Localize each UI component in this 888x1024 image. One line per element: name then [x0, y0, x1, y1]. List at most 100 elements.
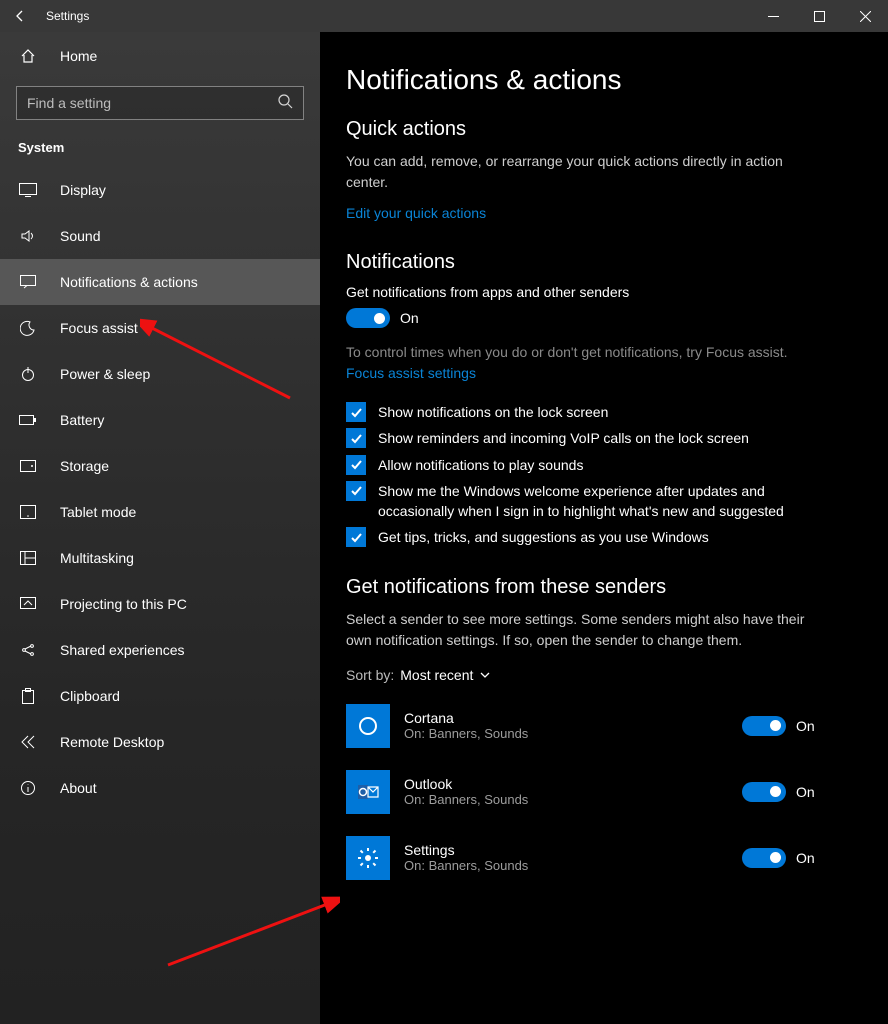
notification-checkbox-4[interactable]: Get tips, tricks, and suggestions as you… [346, 527, 862, 547]
notification-checkbox-3[interactable]: Show me the Windows welcome experience a… [346, 481, 862, 522]
quick-actions-desc: You can add, remove, or rearrange your q… [346, 151, 806, 193]
notification-checkbox-2[interactable]: Allow notifications to play sounds [346, 455, 862, 475]
sender-toggle[interactable] [742, 848, 786, 868]
notifications-group: Notifications Get notifications from app… [346, 251, 862, 548]
close-button[interactable] [842, 0, 888, 32]
search-icon [277, 93, 293, 114]
senders-heading: Get notifications from these senders [346, 576, 862, 599]
checkbox-icon[interactable] [346, 402, 366, 422]
sidebar-item-label: Power & sleep [60, 366, 150, 382]
search-box[interactable] [16, 86, 304, 120]
sender-settings[interactable]: SettingsOn: Banners, Sounds On [346, 825, 862, 891]
storage-icon [18, 460, 38, 472]
window-title: Settings [40, 9, 750, 23]
remote-desktop-icon [18, 734, 38, 750]
sidebar-item-label: Storage [60, 458, 109, 474]
edit-quick-actions-link[interactable]: Edit your quick actions [346, 205, 486, 221]
sender-name: Cortana [404, 710, 742, 726]
shared-icon [18, 642, 38, 658]
checkbox-label: Show reminders and incoming VoIP calls o… [378, 428, 749, 448]
sender-cortana[interactable]: CortanaOn: Banners, SoundsOn [346, 693, 862, 759]
minimize-button[interactable] [750, 0, 796, 32]
checkbox-label: Get tips, tricks, and suggestions as you… [378, 527, 709, 547]
search-input[interactable] [27, 95, 277, 111]
power-sleep-icon [18, 366, 38, 382]
sort-label: Sort by: [346, 667, 394, 683]
quick-actions-group: Quick actions You can add, remove, or re… [346, 118, 862, 223]
app-icon [346, 704, 390, 748]
multitasking-icon [18, 551, 38, 565]
sidebar-item-label: Battery [60, 412, 104, 428]
sidebar-item-display[interactable]: Display [0, 167, 320, 213]
sidebar-item-tablet-mode[interactable]: Tablet mode [0, 489, 320, 535]
chevron-down-icon [481, 673, 489, 677]
section-label: System [0, 134, 320, 167]
sound-icon [18, 228, 38, 244]
sender-toggle[interactable] [742, 782, 786, 802]
maximize-button[interactable] [796, 0, 842, 32]
notifications-toggle[interactable] [346, 308, 390, 328]
sidebar-item-label: Clipboard [60, 688, 120, 704]
focus-assist-text: To control times when you do or don't ge… [346, 344, 788, 360]
clipboard-icon [18, 688, 38, 704]
sidebar: Home System Display Sound Notifications & … [0, 32, 320, 1024]
sidebar-item-sound[interactable]: Sound [0, 213, 320, 259]
sidebar-item-battery[interactable]: Battery [0, 397, 320, 443]
senders-group: Get notifications from these senders Sel… [346, 576, 862, 891]
sender-toggle-state: On [796, 784, 815, 800]
back-button[interactable] [0, 0, 40, 32]
sender-detail: On: Banners, Sounds [404, 858, 742, 873]
sidebar-item-clipboard[interactable]: Clipboard [0, 673, 320, 719]
checkbox-label: Show me the Windows welcome experience a… [378, 481, 798, 522]
checkbox-icon[interactable] [346, 481, 366, 501]
senders-desc: Select a sender to see more settings. So… [346, 609, 806, 651]
sidebar-item-multitasking[interactable]: Multitasking [0, 535, 320, 581]
sidebar-item-storage[interactable]: Storage [0, 443, 320, 489]
notifications-toggle-label: Get notifications from apps and other se… [346, 284, 862, 300]
checkbox-icon[interactable] [346, 455, 366, 475]
notifications-icon [18, 275, 38, 289]
sidebar-item-label: Multitasking [60, 550, 134, 566]
sender-detail: On: Banners, Sounds [404, 792, 742, 807]
sidebar-item-about[interactable]: About [0, 765, 320, 811]
sidebar-item-label: Notifications & actions [60, 274, 198, 290]
checkbox-label: Show notifications on the lock screen [378, 402, 608, 422]
sender-toggle-state: On [796, 850, 815, 866]
sidebar-item-remote-desktop[interactable]: Remote Desktop [0, 719, 320, 765]
sender-toggle[interactable] [742, 716, 786, 736]
focus-assist-link[interactable]: Focus assist settings [346, 363, 476, 384]
page-title: Notifications & actions [346, 64, 862, 96]
sidebar-item-label: Remote Desktop [60, 734, 164, 750]
focus-assist-icon [18, 320, 38, 336]
projecting-icon [18, 597, 38, 611]
sender-outlook[interactable]: OutlookOn: Banners, Sounds On [346, 759, 862, 825]
about-icon [18, 780, 38, 796]
checkbox-icon[interactable] [346, 527, 366, 547]
home-link[interactable]: Home [0, 32, 320, 80]
sidebar-item-power-sleep[interactable]: Power & sleep [0, 351, 320, 397]
sidebar-item-label: Sound [60, 228, 100, 244]
sidebar-item-projecting[interactable]: Projecting to this PC [0, 581, 320, 627]
sender-name: Outlook [404, 776, 742, 792]
sender-name: Settings [404, 842, 742, 858]
quick-actions-heading: Quick actions [346, 118, 862, 141]
notifications-heading: Notifications [346, 251, 862, 274]
checkbox-icon[interactable] [346, 428, 366, 448]
sidebar-item-shared[interactable]: Shared experiences [0, 627, 320, 673]
main-content: Notifications & actions Quick actions Yo… [320, 32, 888, 1024]
sidebar-item-label: About [60, 780, 97, 796]
sidebar-item-label: Display [60, 182, 106, 198]
home-label: Home [60, 48, 97, 64]
sender-toggle-state: On [796, 718, 815, 734]
notifications-toggle-state: On [400, 310, 419, 326]
sidebar-item-label: Tablet mode [60, 504, 136, 520]
app-icon [346, 770, 390, 814]
sidebar-item-notifications[interactable]: Notifications & actions [0, 259, 320, 305]
titlebar: Settings [0, 0, 888, 32]
notification-checkbox-1[interactable]: Show reminders and incoming VoIP calls o… [346, 428, 862, 448]
sidebar-item-label: Focus assist [60, 320, 138, 336]
sidebar-item-focus-assist[interactable]: Focus assist [0, 305, 320, 351]
sidebar-item-label: Projecting to this PC [60, 596, 187, 612]
notification-checkbox-0[interactable]: Show notifications on the lock screen [346, 402, 862, 422]
sort-value[interactable]: Most recent [400, 667, 491, 683]
